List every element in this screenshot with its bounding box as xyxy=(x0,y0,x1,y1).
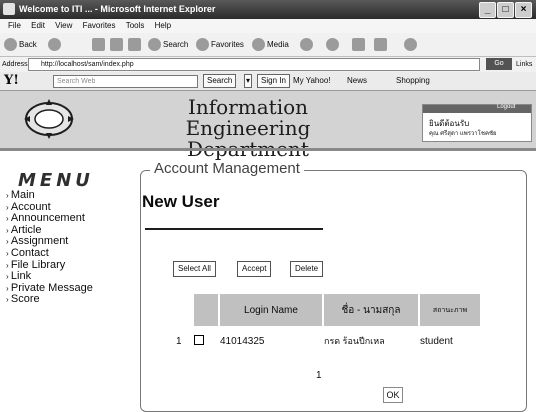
row-status: student xyxy=(420,335,453,347)
sidebar-item-link[interactable]: Link xyxy=(6,271,93,283)
table-row: 1 41014325 กรด ร้อนปีกเหล student xyxy=(175,326,481,356)
edit-icon xyxy=(374,38,387,52)
stop-button[interactable] xyxy=(92,37,107,52)
checkbox-header xyxy=(193,294,220,326)
forward-button[interactable] xyxy=(48,37,63,52)
refresh-button[interactable] xyxy=(110,37,125,52)
media-button[interactable]: Media xyxy=(252,37,289,52)
ok-button[interactable]: OK xyxy=(383,387,403,403)
back-arrow-icon xyxy=(4,38,17,52)
history-button[interactable] xyxy=(300,37,315,52)
menu-title: MENU xyxy=(18,170,94,191)
print-button[interactable] xyxy=(352,37,367,52)
row-name: กรด ร้อนปีกเหล xyxy=(324,336,385,346)
user-info-box: Logout ยินดีต้อนรับ คุณ ศรีสุดา แพรวาโชค… xyxy=(422,104,532,142)
sidebar-item-contact[interactable]: Contact xyxy=(6,247,93,260)
media-icon xyxy=(252,38,265,52)
full-name-header: ชื่อ - นามสกุล xyxy=(323,294,420,326)
history-icon xyxy=(300,38,313,52)
forward-arrow-icon xyxy=(48,38,61,52)
table-header-row: Login Name ชื่อ - นามสกุล สถานะภาพ xyxy=(175,294,482,326)
menu-favorites[interactable]: Favorites xyxy=(83,21,116,30)
yahoo-search-button[interactable]: Search xyxy=(203,74,237,88)
delete-button[interactable]: Delete xyxy=(290,261,324,277)
ie-icon xyxy=(3,3,15,15)
menu-view[interactable]: View xyxy=(55,21,72,30)
news-link[interactable]: News xyxy=(347,72,367,90)
maximize-button[interactable]: □ xyxy=(497,2,514,18)
messenger-button[interactable] xyxy=(404,37,419,52)
index-header xyxy=(175,294,194,326)
window-title-bar: Welcome to ITI ... - Microsoft Internet … xyxy=(0,0,536,19)
edit-button[interactable] xyxy=(374,37,389,52)
star-icon xyxy=(196,38,209,52)
print-icon xyxy=(352,38,365,52)
home-button[interactable] xyxy=(128,37,143,52)
status-header: สถานะภาพ xyxy=(419,294,482,326)
address-label: Address xyxy=(2,61,28,68)
row-checkbox[interactable] xyxy=(194,334,204,345)
menu-help[interactable]: Help xyxy=(155,21,171,30)
page-heading: New User xyxy=(142,192,220,211)
user-table: Login Name ชื่อ - นามสกุล สถานะภาพ 1 410… xyxy=(175,294,482,356)
address-bar: Address http://localhost/sam/index.php G… xyxy=(0,57,536,72)
window-title: Welcome to ITI ... - Microsoft Internet … xyxy=(19,4,216,14)
search-icon xyxy=(148,38,161,52)
heading-underline xyxy=(145,228,323,230)
menu-edit[interactable]: Edit xyxy=(31,21,45,30)
address-input[interactable]: http://localhost/sam/index.php xyxy=(28,58,480,71)
mail-button[interactable] xyxy=(326,37,341,52)
yahoo-toolbar: Y! Search Web Search ▾ Sign In My Yahoo!… xyxy=(0,72,536,91)
sidebar-item-score[interactable]: Score xyxy=(6,294,93,306)
menu-tools[interactable]: Tools xyxy=(126,21,145,30)
home-icon xyxy=(128,38,141,52)
panel-title: Account Management xyxy=(150,160,304,177)
shopping-link[interactable]: Shopping xyxy=(396,72,430,90)
logout-link[interactable]: Logout xyxy=(497,104,515,110)
pagination-page[interactable]: 1 xyxy=(316,370,322,381)
yahoo-logo[interactable]: Y! xyxy=(4,72,19,90)
sidebar-item-main[interactable]: Main xyxy=(6,189,93,202)
row-select xyxy=(193,326,219,356)
department-logo xyxy=(24,99,74,139)
browser-toolbar: Back Search Favorites Media xyxy=(0,33,536,57)
go-button[interactable]: Go xyxy=(486,58,512,70)
menu-bar: File Edit View Favorites Tools Help xyxy=(0,19,536,33)
refresh-icon xyxy=(110,38,123,52)
menu-file[interactable]: File xyxy=(8,21,21,30)
mail-icon xyxy=(326,38,339,52)
my-yahoo-link[interactable]: My Yahoo! xyxy=(293,72,331,90)
row-login: 41014325 xyxy=(220,335,265,347)
yahoo-search-input[interactable]: Search Web xyxy=(53,75,198,88)
links-label[interactable]: Links xyxy=(516,57,532,72)
back-button[interactable]: Back xyxy=(4,37,37,52)
user-name: คุณ ศรีสุดา แพรวาโชคชัย xyxy=(429,131,497,137)
accept-button[interactable]: Accept xyxy=(237,261,272,277)
select-all-button[interactable]: Select All xyxy=(173,261,216,277)
sidebar-menu: Main Account Announcement Article Assign… xyxy=(6,189,93,306)
minimize-button[interactable]: _ xyxy=(479,2,496,18)
row-index: 1 xyxy=(176,335,182,347)
stop-icon xyxy=(92,38,105,52)
yahoo-search-dropdown[interactable]: ▾ xyxy=(244,74,253,88)
close-button[interactable]: × xyxy=(515,2,532,18)
sign-in-button[interactable]: Sign In xyxy=(257,74,290,88)
messenger-icon xyxy=(404,38,417,52)
search-button[interactable]: Search xyxy=(148,37,188,52)
login-name-header: Login Name xyxy=(219,294,324,326)
favorites-button[interactable]: Favorites xyxy=(196,37,244,52)
